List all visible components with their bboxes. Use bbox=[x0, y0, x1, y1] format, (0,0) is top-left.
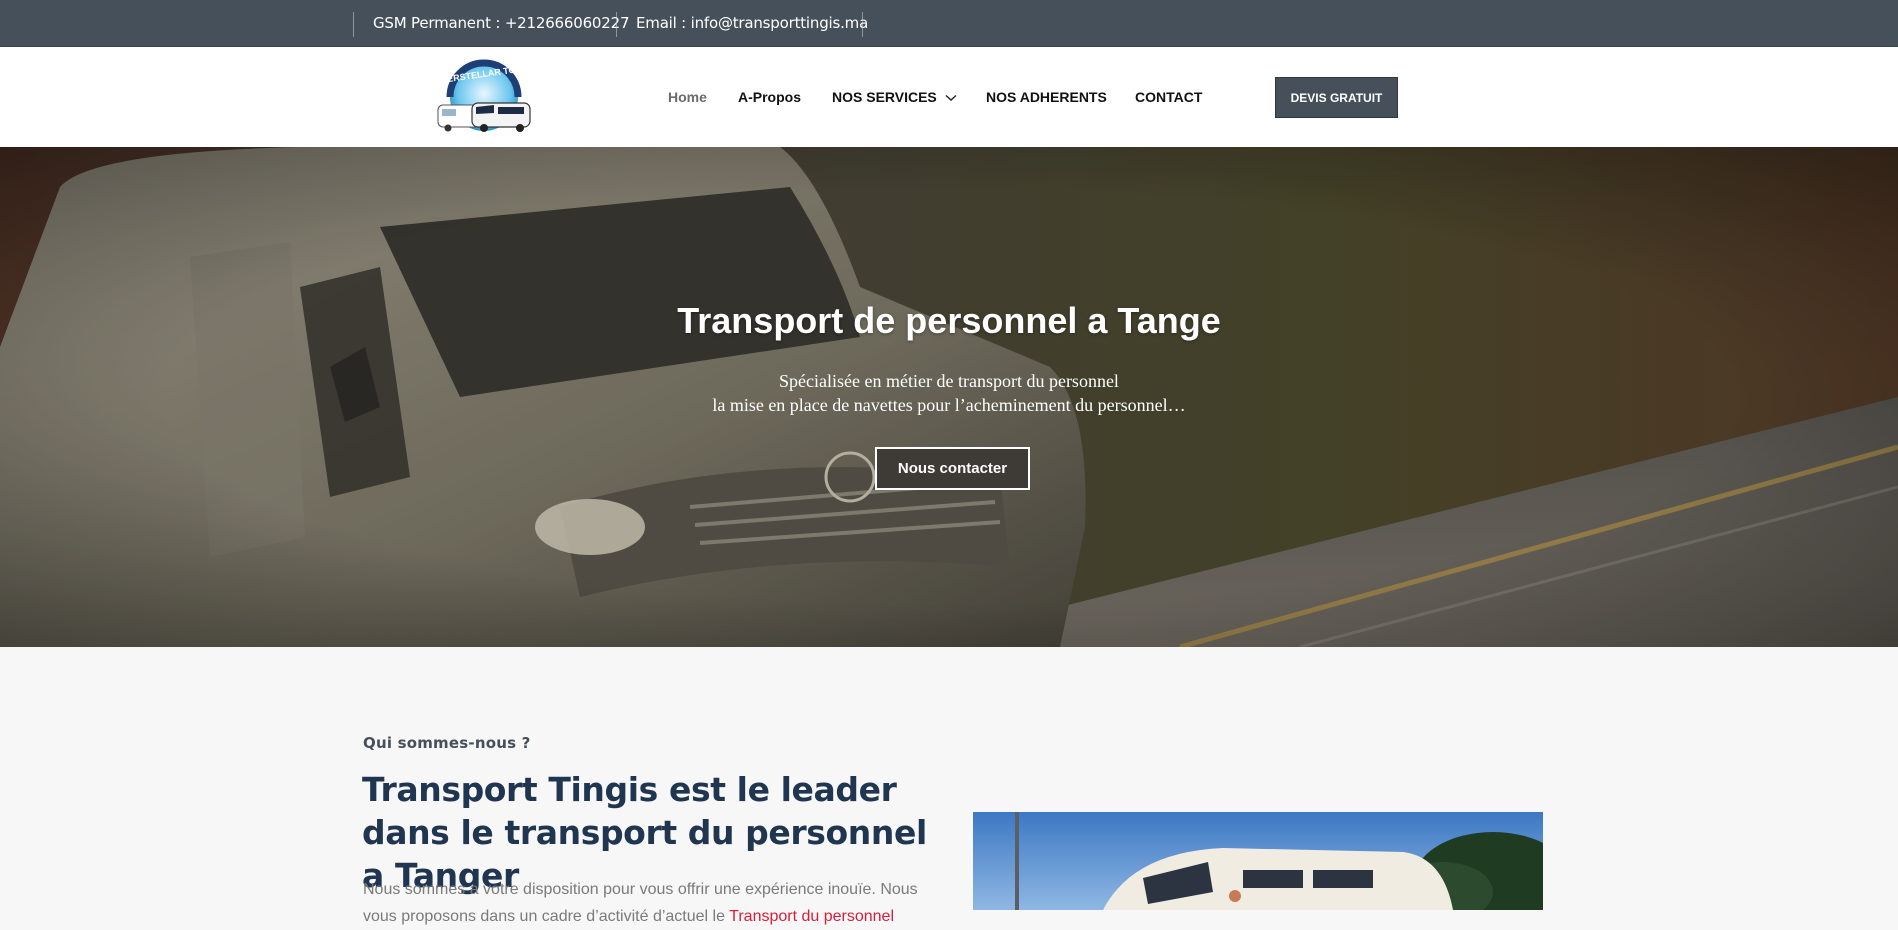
divider bbox=[616, 12, 617, 37]
hero-banner: Transport de personnel a Tange Spécialis… bbox=[0, 147, 1898, 647]
phone-info[interactable]: GSM Permanent : +212666060227 bbox=[373, 14, 630, 32]
nav-a-propos[interactable]: A-Propos bbox=[738, 89, 801, 105]
email-info[interactable]: Email : info@transporttingis.ma bbox=[636, 14, 868, 32]
divider bbox=[862, 12, 863, 37]
about-van-photo bbox=[973, 812, 1543, 910]
van-photo-image bbox=[973, 812, 1543, 910]
about-text: Nous sommes a votre disposition pour vou… bbox=[363, 876, 923, 930]
divider bbox=[353, 12, 354, 37]
logo-van-icon: INTERSTELLAR TOURS bbox=[432, 59, 535, 132]
section-kicker: Qui sommes-nous ? bbox=[363, 734, 531, 752]
site-logo[interactable]: INTERSTELLAR TOURS bbox=[424, 53, 544, 141]
nav-nos-adherents[interactable]: NOS ADHERENTS bbox=[986, 89, 1107, 105]
chevron-down-icon bbox=[945, 95, 957, 102]
nav-home[interactable]: Home bbox=[668, 89, 707, 105]
free-quote-button[interactable]: DEVIS GRATUIT bbox=[1275, 77, 1398, 118]
about-text-cut: vous proposons dans un cadre d’activité … bbox=[363, 908, 725, 925]
nav-nos-services-label: NOS SERVICES bbox=[832, 89, 937, 105]
hero-title: Transport de personnel a Tange bbox=[677, 300, 1221, 341]
nav-contact[interactable]: CONTACT bbox=[1135, 89, 1202, 105]
top-contact-bar: GSM Permanent : +212666060227 Email : in… bbox=[0, 0, 1898, 47]
contact-us-button[interactable]: Nous contacter bbox=[875, 447, 1030, 490]
about-text-start: Nous sommes a votre disposition pour vou… bbox=[363, 881, 918, 898]
nav-nos-services[interactable]: NOS SERVICES bbox=[832, 89, 957, 105]
hero-subtitle-line-2: la mise en place de navettes pour l’ache… bbox=[712, 395, 1186, 415]
hero-subtitle-line-1: Spécialisée en métier de transport du pe… bbox=[779, 371, 1119, 391]
about-text-link[interactable]: Transport du personnel bbox=[729, 908, 894, 925]
